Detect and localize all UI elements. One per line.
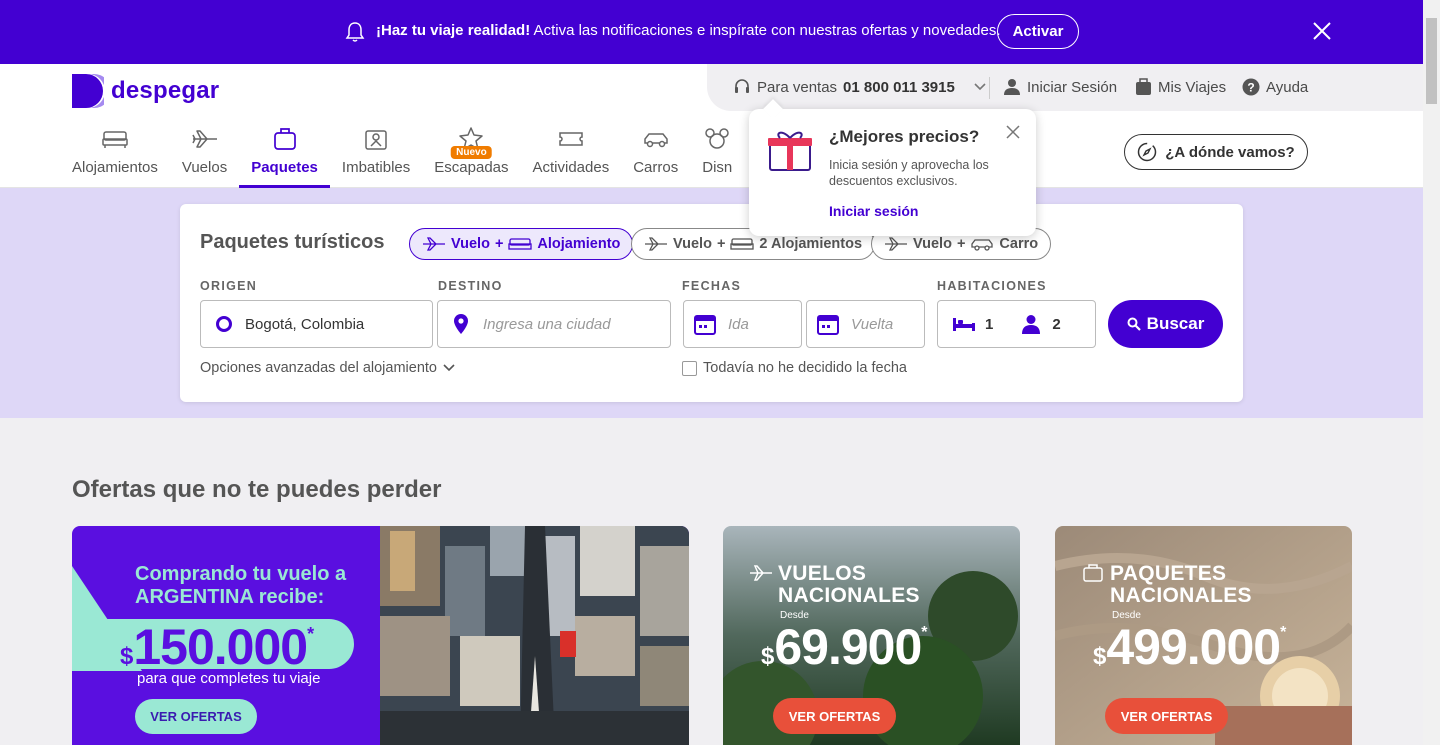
- suitcase-icon: [273, 128, 296, 150]
- destination-field[interactable]: Ingresa una ciudad: [437, 300, 671, 348]
- my-trips-link[interactable]: Mis Viajes: [1135, 78, 1226, 96]
- offer-main-subtitle: para que completes tu viaje: [137, 670, 321, 687]
- offer-card-price: $ 69.900 *: [761, 619, 928, 675]
- bed-icon: [508, 238, 533, 250]
- despegar-logo[interactable]: despegar: [72, 74, 219, 108]
- compass-icon: [1138, 142, 1157, 162]
- notification-bar: ¡Haz tu viaje realidad! Activa las notif…: [0, 0, 1423, 64]
- tab-imbatibles[interactable]: Imbatibles: [330, 126, 422, 188]
- checkbox[interactable]: [682, 360, 697, 376]
- login-link[interactable]: Iniciar Sesión: [1003, 78, 1117, 96]
- offers-icon: [365, 130, 387, 150]
- tab-vuelos[interactable]: Vuelos: [170, 126, 239, 188]
- origin-label: ORIGEN: [200, 279, 258, 293]
- offer-argentina-banner[interactable]: Comprando tu vuelo a ARGENTINA recibe: $…: [72, 526, 689, 745]
- divider: [989, 77, 990, 99]
- better-prices-popover: ¿Mejores precios? Inicia sesión y aprove…: [749, 109, 1036, 236]
- plane-icon: [191, 130, 217, 148]
- popover-description: Inicia sesión y aprovecha los descuentos…: [829, 158, 989, 188]
- offers-heading: Ofertas que no te puedes perder: [72, 476, 442, 503]
- search-icon: [1127, 317, 1141, 331]
- destination-label: DESTINO: [438, 279, 503, 293]
- offer-main-price: $ 150.000 *: [120, 619, 315, 675]
- tab-escapadas[interactable]: Nuevo Escapadas: [422, 126, 520, 188]
- suitcase-icon: [1136, 78, 1151, 95]
- suitcase-icon: [1083, 564, 1103, 582]
- help-icon: ?: [1242, 78, 1260, 96]
- search-title: Paquetes turísticos: [200, 231, 385, 253]
- sales-phone[interactable]: Para ventas 01 800 011 3915: [733, 78, 987, 96]
- bed-icon: [730, 238, 755, 250]
- search-button[interactable]: Buscar: [1108, 300, 1223, 348]
- dates-label: FECHAS: [682, 279, 742, 293]
- notification-message: ¡Haz tu viaje realidad! Activa las notif…: [376, 22, 1001, 39]
- product-nav: Alojamientos Vuelos Paquetes Imbatibles …: [60, 126, 744, 188]
- bell-icon: [345, 22, 365, 42]
- rooms-label: HABITACIONES: [937, 279, 1047, 293]
- car-icon: [643, 133, 668, 148]
- offer-domestic-flights[interactable]: VUELOS NACIONALES Desde $ 69.900 * VER OF…: [723, 526, 1020, 745]
- disney-icon: [705, 128, 729, 149]
- where-to-button[interactable]: ¿A dónde vamos?: [1124, 134, 1308, 170]
- origin-field[interactable]: Bogotá, Colombia: [200, 300, 433, 348]
- plane-icon: [645, 237, 667, 251]
- view-offers-button[interactable]: VER OFERTAS: [773, 698, 896, 734]
- logo-mark-icon: [72, 74, 104, 108]
- popover-title: ¿Mejores precios?: [829, 127, 980, 146]
- chip-flight-hotel[interactable]: Vuelo + Alojamiento: [409, 228, 634, 260]
- calendar-icon: [694, 315, 716, 335]
- close-icon[interactable]: [1311, 20, 1333, 42]
- gift-icon: [768, 131, 812, 171]
- location-pin-icon: [454, 314, 468, 334]
- bed-icon: [102, 131, 128, 148]
- brand-name: despegar: [111, 77, 220, 104]
- page-scrollbar[interactable]: [1423, 0, 1440, 745]
- popover-login-link[interactable]: Iniciar sesión: [829, 203, 918, 219]
- svg-text:?: ?: [1247, 81, 1254, 95]
- user-icon: [1004, 79, 1020, 95]
- calendar-icon: [817, 315, 839, 335]
- plane-icon: [750, 565, 772, 581]
- chevron-down-icon[interactable]: [973, 82, 987, 92]
- rooms-field[interactable]: 1 2: [937, 300, 1096, 348]
- bed-icon: [953, 318, 975, 331]
- view-offers-button[interactable]: VER OFERTAS: [135, 699, 257, 734]
- origin-circle-icon: [216, 316, 232, 332]
- top-utility-bar: Para ventas 01 800 011 3915 Iniciar Sesi…: [707, 64, 1423, 111]
- help-link[interactable]: ? Ayuda: [1242, 78, 1308, 96]
- plane-icon: [423, 237, 445, 251]
- headset-icon: [735, 79, 749, 93]
- undecided-date-checkbox[interactable]: Todavía no he decidido la fecha: [682, 360, 907, 376]
- date-from-field[interactable]: Ida: [683, 300, 802, 348]
- buenos-aires-city-photo: [380, 526, 689, 745]
- car-icon: [971, 239, 994, 251]
- tab-alojamientos[interactable]: Alojamientos: [60, 126, 170, 188]
- search-card: Paquetes turísticos Vuelo + Alojamiento V…: [180, 204, 1243, 402]
- site-header: despegar Para ventas 01 800 011 3915 Ini…: [0, 64, 1423, 188]
- activate-notifications-button[interactable]: Activar: [997, 14, 1079, 49]
- advanced-options-toggle[interactable]: Opciones avanzadas del alojamiento: [200, 360, 455, 376]
- tab-carros[interactable]: Carros: [621, 126, 690, 188]
- tab-actividades[interactable]: Actividades: [521, 126, 622, 188]
- offer-card-title: VUELOS NACIONALES: [778, 562, 920, 607]
- offer-card-price: $ 499.000 *: [1093, 619, 1287, 675]
- offer-domestic-packages[interactable]: PAQUETES NACIONALES Desde $ 499.000 * VER…: [1055, 526, 1352, 745]
- tab-disney[interactable]: Disn: [690, 126, 744, 188]
- date-to-field[interactable]: Vuelta: [806, 300, 925, 348]
- close-icon[interactable]: [1006, 125, 1020, 139]
- offer-main-title: Comprando tu vuelo a ARGENTINA recibe:: [135, 563, 347, 608]
- new-badge: Nuevo: [451, 146, 492, 159]
- search-band: Paquetes turísticos Vuelo + Alojamiento V…: [0, 188, 1423, 418]
- ticket-icon: [559, 132, 583, 146]
- view-offers-button[interactable]: VER OFERTAS: [1105, 698, 1228, 734]
- chevron-down-icon: [443, 364, 455, 372]
- person-icon: [1022, 315, 1041, 334]
- scrollbar-thumb[interactable]: [1426, 18, 1437, 104]
- plane-icon: [885, 237, 907, 251]
- tab-paquetes[interactable]: Paquetes: [239, 126, 330, 188]
- offer-card-title: PAQUETES NACIONALES: [1110, 562, 1252, 607]
